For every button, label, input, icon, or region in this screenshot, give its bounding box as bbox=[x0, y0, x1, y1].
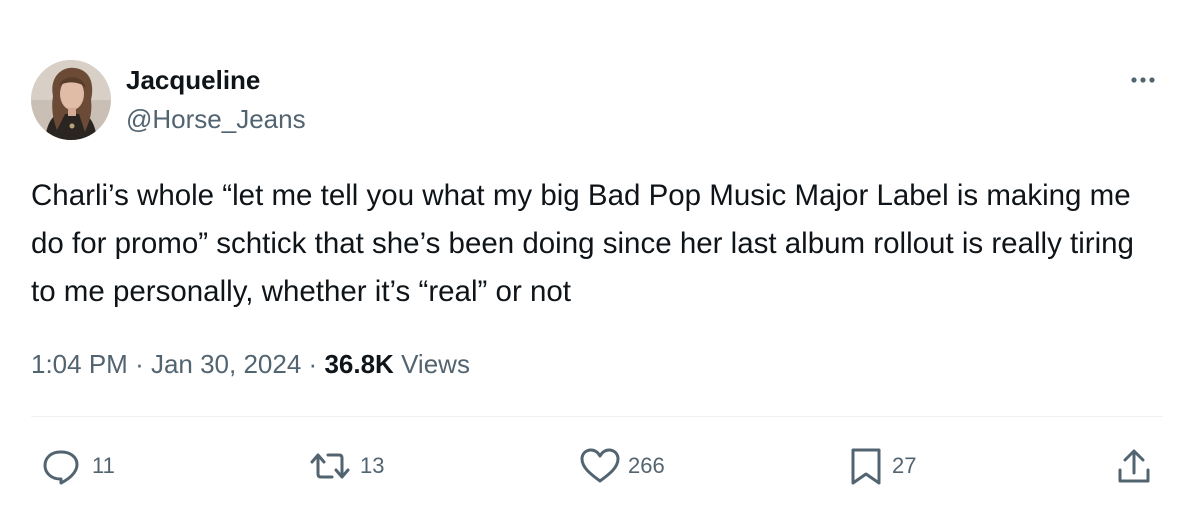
tweet-meta: 1:04 PM · Jan 30, 2024 · 36.8K Views bbox=[31, 344, 470, 384]
heart-icon bbox=[580, 448, 620, 483]
divider bbox=[31, 416, 1163, 417]
profile-photo-icon bbox=[31, 60, 111, 140]
retweet-button[interactable]: 13 bbox=[306, 446, 384, 486]
like-count: 266 bbox=[628, 453, 665, 478]
bookmark-icon bbox=[851, 448, 881, 485]
tweet-card: Jacqueline @Horse_Jeans Charli’s whole “… bbox=[0, 0, 1192, 510]
author-handle[interactable]: @Horse_Jeans bbox=[126, 103, 306, 135]
share-button[interactable] bbox=[1114, 446, 1154, 486]
views-label: Views bbox=[401, 349, 470, 379]
reply-icon bbox=[43, 450, 79, 485]
meta-separator: · bbox=[135, 349, 151, 379]
retweet-icon bbox=[310, 453, 350, 479]
bookmark-button[interactable]: 27 bbox=[846, 446, 916, 486]
avatar[interactable] bbox=[31, 60, 111, 140]
reply-button[interactable]: 11 bbox=[42, 446, 115, 486]
meta-separator: · bbox=[308, 349, 325, 379]
more-horizontal-icon bbox=[1131, 77, 1155, 83]
like-button[interactable]: 266 bbox=[578, 446, 665, 486]
tweet-time[interactable]: 1:04 PM bbox=[31, 349, 128, 379]
tweet-text: Charli’s whole “let me tell you what my … bbox=[31, 179, 1134, 308]
reply-count: 11 bbox=[92, 453, 115, 478]
views-count: 36.8K bbox=[324, 349, 394, 379]
retweet-count: 13 bbox=[360, 453, 385, 478]
author-display-name[interactable]: Jacqueline bbox=[126, 64, 260, 96]
more-options-button[interactable] bbox=[1122, 66, 1162, 94]
share-icon bbox=[1118, 449, 1150, 483]
bookmark-count: 27 bbox=[892, 453, 917, 478]
tweet-date[interactable]: Jan 30, 2024 bbox=[151, 349, 301, 379]
